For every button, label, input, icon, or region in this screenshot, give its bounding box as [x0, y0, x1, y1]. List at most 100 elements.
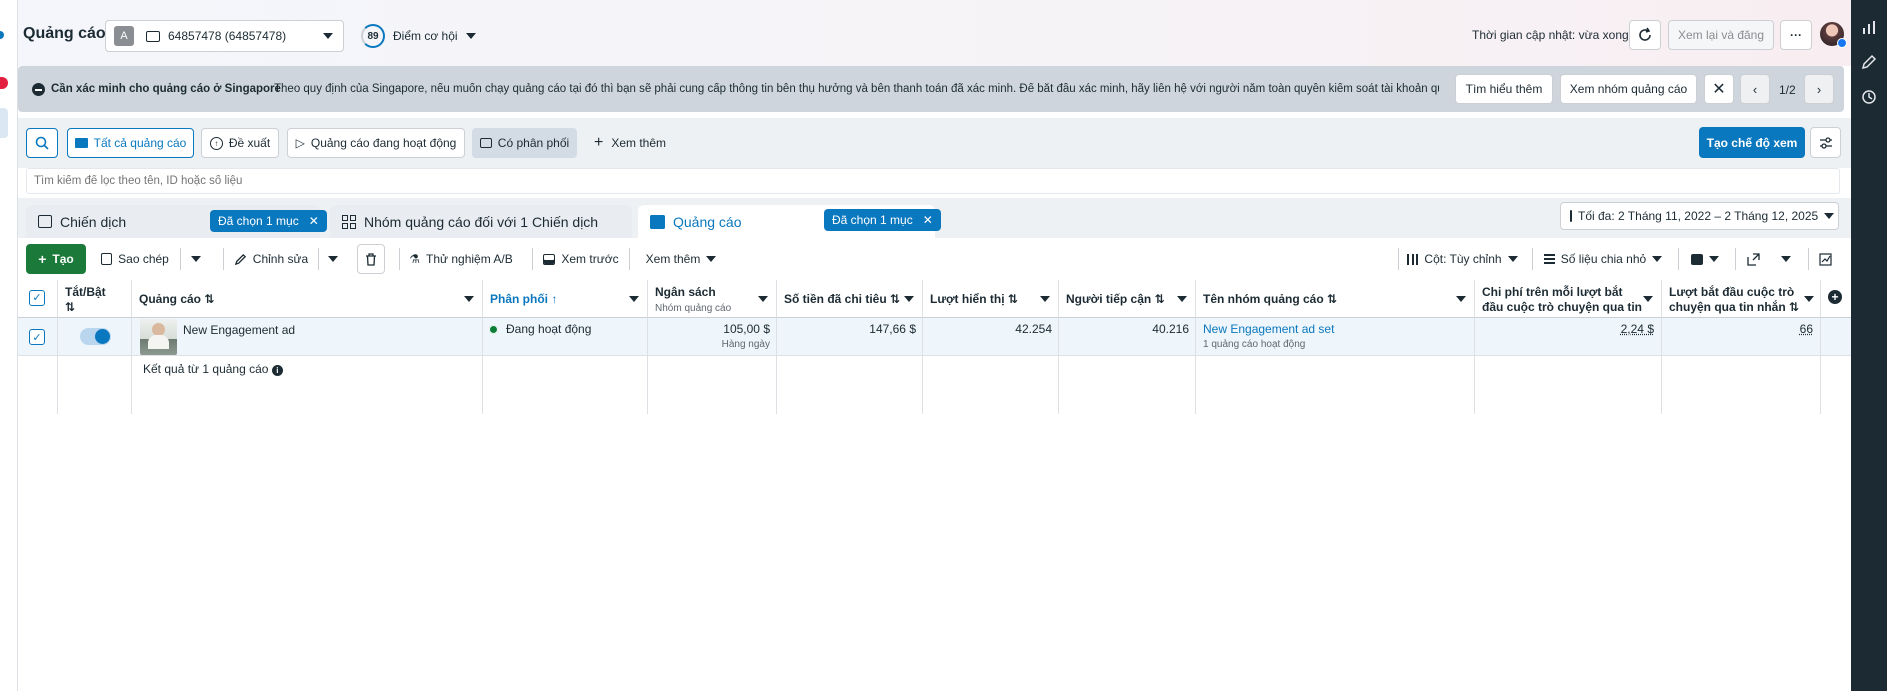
view-adsets-button[interactable]: Xem nhóm quảng cáo [1560, 74, 1697, 104]
columns-icon [1407, 253, 1419, 265]
create-button[interactable]: + Tạo [26, 244, 86, 274]
add-column-icon[interactable]: + [1828, 290, 1842, 304]
next-button[interactable]: › [1804, 74, 1834, 104]
ab-test-button[interactable]: ⚗ Thử nghiệm A/B [405, 244, 517, 274]
cost-per-conversation-value[interactable]: 2,24 $ [1621, 322, 1654, 336]
header-spent-label: Số tiền đã chi tiêu [784, 292, 887, 306]
delivery-status-dot [489, 325, 498, 334]
date-range-label: Tối đa: 2 Tháng 11, 2022 – 2 Tháng 12, 2… [1578, 209, 1819, 223]
page-title: Quảng cáo [23, 25, 106, 42]
filter-active-ads[interactable]: ▷ Quảng cáo đang hoạt động [287, 128, 465, 158]
row-checkbox[interactable]: ✓ [29, 329, 45, 345]
create-view-button[interactable]: Tạo chế độ xem [1699, 127, 1805, 158]
adset-name-link[interactable]: New Engagement ad set [1203, 322, 1334, 336]
tab-adsets[interactable]: Nhóm quảng cáo đối với 1 Chiến dịch [330, 205, 632, 238]
learn-more-button[interactable]: Tìm hiểu thêm [1455, 74, 1553, 104]
sort-icon: ⇅ [1154, 292, 1165, 306]
ad-thumbnail[interactable] [140, 319, 177, 355]
edit-dropdown[interactable] [321, 244, 345, 274]
header-toggle-label: Tắt/Bật [65, 285, 106, 299]
copy-icon [101, 253, 113, 265]
opportunity-score[interactable]: 89 Điểm cơ hội [361, 22, 481, 50]
header-reach-label: Người tiếp cận [1066, 292, 1152, 306]
close-banner-button[interactable]: ✕ [1704, 74, 1734, 104]
columns-label: Cột: Tùy chỉnh [1424, 252, 1502, 266]
ad-icon [650, 214, 665, 229]
more-options-button[interactable]: ··· [1780, 20, 1812, 50]
close-icon[interactable]: ✕ [309, 214, 319, 228]
reports-button[interactable] [1683, 244, 1727, 274]
settings-button[interactable] [1810, 127, 1841, 158]
tab-adsets-label: Nhóm quảng cáo đối với 1 Chiến dịch [364, 213, 599, 230]
clock-icon[interactable] [1861, 89, 1877, 105]
filter-suggested[interactable]: ↑ Đề xuất [201, 128, 279, 158]
breakdown-button[interactable]: Số liệu chia nhỏ [1537, 244, 1669, 274]
campaigns-selected-pill[interactable]: Đã chọn 1 mục ✕ [210, 210, 327, 232]
sort-up-icon: ↑ [551, 292, 558, 306]
breakdown-label: Số liệu chia nhỏ [1560, 252, 1647, 266]
chevron-down-icon [1781, 256, 1791, 262]
columns-button[interactable]: Cột: Tùy chỉnh [1402, 244, 1523, 274]
duplicate-button[interactable]: Sao chép [92, 244, 178, 274]
account-selector[interactable]: A 64857478 (64857478) [105, 20, 344, 52]
duplicate-dropdown[interactable] [184, 244, 208, 274]
filter-all-ads[interactable]: Tất cả quảng cáo [67, 128, 194, 158]
divider [223, 248, 224, 270]
score-badge: 89 [361, 24, 385, 48]
date-range-picker[interactable]: Tối đa: 2 Tháng 11, 2022 – 2 Tháng 12, 2… [1560, 202, 1839, 230]
chevron-down-icon [1824, 213, 1835, 219]
filter-delivering[interactable]: Có phân phối [472, 128, 577, 158]
see-more-filters[interactable]: + Xem thêm [594, 128, 666, 158]
preview-icon [543, 253, 556, 265]
close-icon[interactable]: ✕ [923, 213, 933, 227]
export-button[interactable] [1740, 244, 1766, 274]
refresh-icon [1639, 27, 1651, 41]
header-conversations[interactable]: Lượt bắt đầu cuộc trò chuyện qua tin nhắ… [1662, 280, 1821, 318]
chart-icon[interactable] [1861, 20, 1877, 36]
export-dropdown[interactable] [1774, 244, 1798, 274]
header-delivery[interactable]: Phân phối ↑ [483, 280, 648, 318]
delete-button[interactable] [357, 244, 385, 274]
chevron-down-icon [465, 33, 476, 39]
chevron-down-icon [706, 256, 717, 262]
edit-button[interactable]: Chỉnh sửa [228, 244, 314, 274]
preview-button[interactable]: Xem trước [537, 244, 625, 274]
banner-title: Cần xác minh cho quảng cáo ở Singapore [51, 83, 281, 95]
header-reach[interactable]: Người tiếp cận ⇅ [1059, 280, 1196, 318]
header-budget[interactable]: Ngân sách Nhóm quảng cáo [648, 280, 777, 318]
header-budget-sub: Nhóm quảng cáo [655, 303, 732, 314]
chart-toggle-button[interactable] [1812, 244, 1838, 274]
conversations-value[interactable]: 66 [1800, 322, 1813, 336]
edit-label: Chỉnh sửa [252, 252, 309, 266]
divider [1735, 248, 1736, 270]
header-ad[interactable]: Quảng cáo ⇅ [132, 280, 483, 318]
search-button[interactable] [26, 128, 58, 158]
spent-value: 147,66 $ [869, 322, 916, 336]
header-impressions[interactable]: Lượt hiển thị ⇅ [923, 280, 1059, 318]
more-actions-button[interactable]: Xem thêm [640, 244, 722, 274]
header-toggle[interactable]: Tắt/Bật ⇅ [58, 280, 132, 318]
nav-active-indicator[interactable] [0, 108, 8, 138]
header-spent[interactable]: Số tiền đã chi tiêu ⇅ [777, 280, 923, 318]
search-input[interactable] [34, 172, 1824, 190]
trash-icon [366, 252, 376, 266]
header-add-column[interactable]: + [1821, 280, 1851, 318]
divider [1808, 248, 1809, 270]
pencil-icon [234, 253, 246, 265]
refresh-button[interactable] [1629, 20, 1661, 50]
ads-selected-label: Đã chọn 1 mục [832, 213, 913, 227]
header-select-all[interactable]: ✓ [18, 280, 58, 318]
filter-suggested-label: Đề xuất [228, 136, 271, 150]
left-nav-rail [0, 0, 18, 691]
header-cost-per-conversation[interactable]: Chi phí trên mỗi lượt bắt đầu cuộc trò c… [1475, 280, 1662, 318]
review-publish-button[interactable]: Xem lại và đăng [1668, 20, 1774, 50]
ad-name[interactable]: New Engagement ad [183, 323, 295, 337]
ads-selected-pill[interactable]: Đã chọn 1 mục ✕ [824, 209, 941, 231]
ad-toggle[interactable] [80, 328, 111, 345]
info-icon[interactable]: i [271, 365, 283, 376]
header-adset-name[interactable]: Tên nhóm quảng cáo ⇅ [1196, 280, 1475, 318]
impressions-value: 42.254 [1015, 322, 1052, 336]
pencil-icon[interactable] [1861, 54, 1877, 70]
prev-button[interactable]: ‹ [1740, 74, 1770, 104]
checkbox-select-all[interactable]: ✓ [29, 290, 45, 306]
